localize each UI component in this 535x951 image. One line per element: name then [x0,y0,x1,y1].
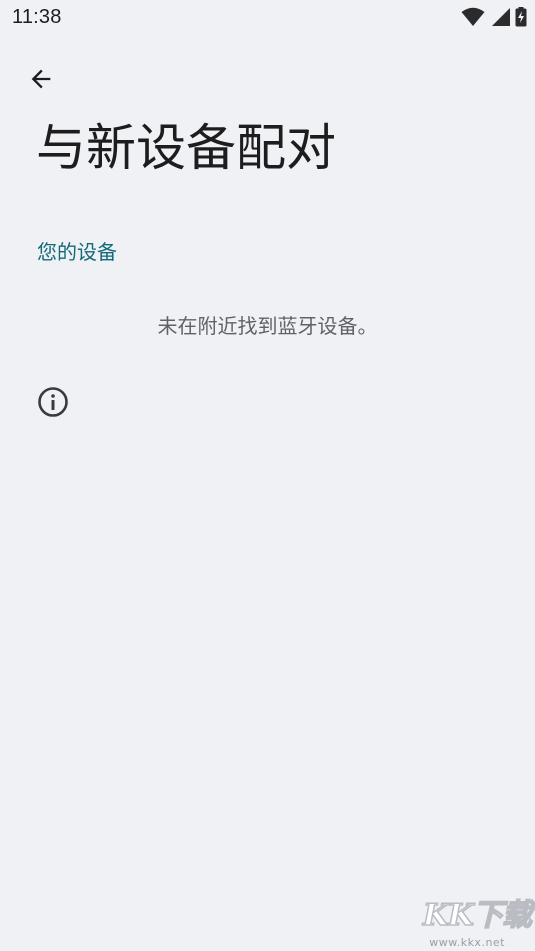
watermark: KK下载 www.kkx.net [413,897,533,949]
cellular-signal-icon [492,8,510,26]
status-bar: 11:38 [0,0,535,36]
page-title: 与新设备配对 [36,119,336,177]
section-header-your-devices: 您的设备 [37,240,117,264]
back-button[interactable] [22,60,60,98]
wifi-icon [461,7,485,26]
watermark-logo: KK下载 [422,897,533,934]
watermark-url: www.kkx.net [429,936,505,949]
info-icon [38,387,68,417]
battery-charging-icon [515,7,527,27]
status-time: 11:38 [12,6,62,28]
arrow-back-icon [31,69,51,89]
empty-devices-message: 未在附近找到蓝牙设备。 [157,314,378,338]
